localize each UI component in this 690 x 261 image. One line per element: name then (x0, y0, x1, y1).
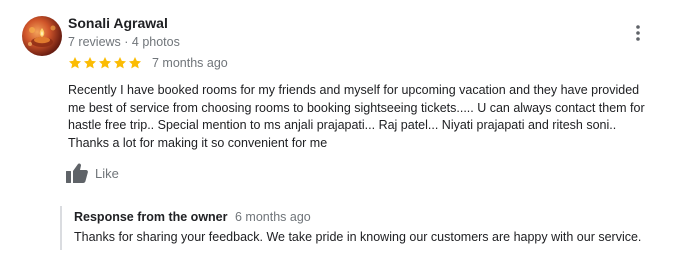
vertical-dots-icon (636, 25, 640, 41)
review-text-line: Thanks a lot for making it so convenient… (68, 135, 328, 150)
owner-response: Response from the owner 6 months ago Tha… (60, 206, 682, 250)
reviewer-meta: 7 reviews · 4 photos (68, 35, 180, 49)
like-label: Like (95, 165, 119, 181)
owner-response-header: Response from the owner 6 months ago (74, 210, 311, 224)
rating-row: 7 months ago (68, 56, 228, 70)
like-button[interactable]: Like (66, 163, 119, 183)
star-icon (83, 57, 97, 69)
review-text-line: hastle free trip.. Special mention to ms… (68, 118, 617, 132)
owner-response-date: 6 months ago (234, 210, 311, 224)
review-text: Recently I have booked rooms for my frie… (68, 82, 678, 152)
owner-response-title: Response from the owner (74, 210, 228, 224)
thumbs-up-icon (66, 163, 88, 183)
more-options-button[interactable] (626, 23, 650, 43)
avatar[interactable] (22, 16, 62, 56)
review-text-line: Recently I have booked rooms for my frie… (68, 83, 640, 97)
review-text-line: me best of service from choosing rooms t… (68, 100, 645, 115)
star-icon (98, 57, 112, 69)
star-rating (68, 56, 142, 70)
reviewer-name[interactable]: Sonali Agrawal (68, 15, 168, 31)
star-icon (68, 57, 82, 69)
owner-response-text: Thanks for sharing your feedback. We tak… (74, 230, 642, 244)
star-icon (128, 57, 142, 69)
star-icon (113, 57, 127, 69)
review-date: 7 months ago (152, 56, 228, 70)
